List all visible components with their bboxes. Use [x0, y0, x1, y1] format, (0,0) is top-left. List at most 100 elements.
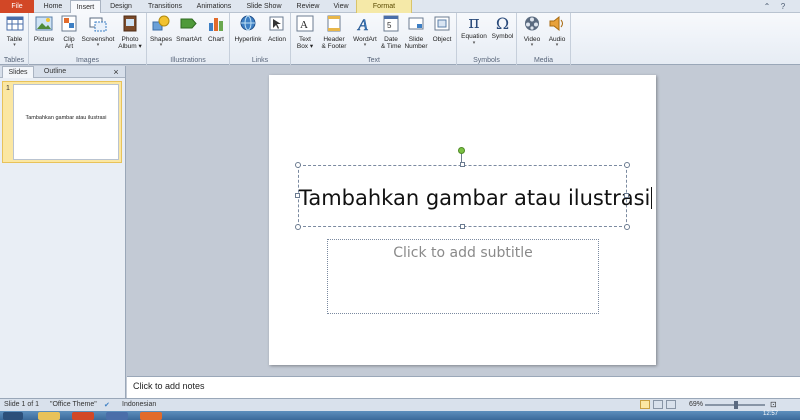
resize-handle-bottom-right[interactable] — [624, 224, 630, 230]
slides-pane-tabs: Slides Outline × — [0, 66, 125, 78]
explorer-icon[interactable] — [38, 412, 60, 420]
screenshot-button[interactable]: Screenshot ▾ — [81, 15, 115, 48]
title-placeholder[interactable]: Tambahkan gambar atau ilustrasi — [298, 165, 653, 227]
action-icon — [269, 16, 284, 31]
group-label-media: Media — [533, 57, 554, 64]
picture-icon — [35, 16, 53, 31]
svg-text:A: A — [357, 17, 368, 32]
group-illustrations: Shapes ▾ SmartArt Chart Illustrations — [147, 13, 230, 65]
text-box-button[interactable]: A Text Box ▾ — [294, 15, 316, 51]
smartart-button[interactable]: SmartArt — [174, 15, 204, 43]
normal-view-icon[interactable] — [640, 400, 650, 409]
app-icon[interactable] — [106, 412, 128, 420]
tab-view[interactable]: View — [328, 0, 354, 13]
group-text: A Text Box ▾ Header & Footer A WordArt ▾ … — [291, 13, 457, 65]
zoom-slider-thumb[interactable] — [734, 401, 738, 409]
hyperlink-button[interactable]: Hyperlink — [232, 15, 264, 43]
wordart-button[interactable]: A WordArt ▾ — [351, 15, 379, 48]
text-cursor — [651, 187, 653, 209]
slide-number-button[interactable]: Slide Number — [403, 15, 429, 51]
tab-review[interactable]: Review — [292, 0, 324, 13]
slide-thumbnail[interactable]: Tambahkan gambar atau ilustrasi — [13, 84, 119, 160]
slide-thumbnail-selected[interactable]: 1 Tambahkan gambar atau ilustrasi — [2, 81, 122, 163]
close-icon[interactable]: × — [111, 66, 121, 78]
tab-insert[interactable]: Insert — [70, 0, 101, 14]
date-time-button[interactable]: 5 Date & Time — [380, 15, 402, 51]
photo-album-label-1: Photo — [121, 35, 139, 43]
resize-handle-left[interactable] — [295, 193, 300, 198]
slide-sorter-icon[interactable] — [653, 400, 663, 409]
resize-handle-bottom[interactable] — [460, 224, 465, 229]
tab-outline[interactable]: Outline — [36, 66, 74, 78]
photo-album-button[interactable]: Photo Album ▾ — [117, 15, 143, 51]
group-label-links: Links — [251, 57, 269, 64]
tab-home[interactable]: Home — [38, 0, 68, 13]
symbol-label: Symbol — [491, 33, 514, 40]
resize-handle-right[interactable] — [624, 193, 629, 198]
reading-view-icon[interactable] — [666, 400, 676, 409]
browser-icon[interactable] — [72, 412, 94, 420]
group-label-text: Text — [367, 57, 380, 64]
tab-animations[interactable]: Animations — [192, 0, 236, 13]
picture-button[interactable]: Picture — [32, 15, 56, 43]
action-label: Action — [267, 35, 287, 43]
tab-file[interactable]: File — [0, 0, 34, 13]
text-box-label-1: Text — [299, 35, 311, 43]
symbol-button[interactable]: Ω Symbol — [490, 15, 515, 41]
powerpoint-taskbar-icon[interactable] — [140, 412, 162, 420]
equation-button[interactable]: π Equation ▾ — [459, 15, 489, 46]
subtitle-placeholder[interactable]: Click to add subtitle — [327, 239, 599, 314]
rotation-handle[interactable] — [458, 147, 465, 154]
chart-label: Chart — [208, 35, 224, 43]
tab-format[interactable]: Format — [356, 0, 412, 13]
language[interactable]: Indonesian — [122, 401, 156, 408]
minimize-ribbon-icon[interactable]: ⌃ — [762, 2, 772, 11]
start-button[interactable] — [3, 412, 23, 420]
tab-design[interactable]: Design — [104, 0, 138, 13]
clip-art-icon — [61, 15, 77, 32]
resize-handle-top-left[interactable] — [295, 162, 301, 168]
resize-handle-top-right[interactable] — [624, 162, 630, 168]
status-bar: Slide 1 of 1 "Office Theme" ✔ Indonesian… — [0, 398, 800, 411]
header-footer-icon — [327, 15, 341, 32]
resize-handle-bottom-left[interactable] — [295, 224, 301, 230]
group-label-tables: Tables — [3, 57, 25, 64]
fit-to-window-icon[interactable]: ⊡ — [770, 400, 777, 409]
ribbon-tab-bar: File Home Insert Design Transitions Anim… — [0, 0, 800, 14]
shapes-button[interactable]: Shapes ▾ — [149, 15, 173, 48]
object-icon — [434, 16, 450, 31]
zoom-level[interactable]: 69% — [689, 401, 703, 408]
equation-label: Equation — [461, 33, 487, 40]
spell-check-icon[interactable]: ✔ — [104, 401, 110, 409]
slide-title-text: Tambahkan gambar atau ilustrasi — [299, 186, 651, 210]
header-footer-button[interactable]: Header & Footer — [318, 15, 350, 51]
clip-art-label-2: Art — [64, 43, 74, 50]
slide-thumbnail-number: 1 — [6, 85, 10, 92]
date-time-icon: 5 — [383, 15, 399, 32]
action-button[interactable]: Action — [265, 15, 289, 43]
tab-slides[interactable]: Slides — [2, 66, 34, 78]
text-box-icon: A — [296, 15, 314, 32]
text-box-label-2: Box — [296, 43, 309, 50]
video-button[interactable]: Video ▾ — [520, 15, 544, 48]
symbol-icon: Ω — [495, 14, 510, 33]
picture-label: Picture — [33, 35, 55, 43]
slide-title[interactable]: Tambahkan gambar atau ilustrasi — [299, 186, 653, 210]
resize-handle-top[interactable] — [460, 162, 465, 167]
chart-button[interactable]: Chart — [205, 15, 227, 43]
help-icon[interactable]: ? — [778, 2, 788, 11]
tab-transitions[interactable]: Transitions — [142, 0, 188, 13]
clip-art-button[interactable]: Clip Art — [59, 15, 79, 51]
table-button[interactable]: Table ▾ — [2, 15, 27, 48]
group-tables: Table ▾ Tables — [0, 13, 29, 65]
group-label-images: Images — [76, 57, 99, 64]
group-label-symbols: Symbols — [473, 57, 500, 64]
object-button[interactable]: Object — [430, 15, 454, 43]
shapes-icon — [152, 15, 170, 31]
tab-slide-show[interactable]: Slide Show — [240, 0, 288, 13]
hyperlink-icon — [240, 15, 256, 31]
notes-pane[interactable]: Click to add notes — [127, 376, 800, 398]
slide-canvas[interactable]: Tambahkan gambar atau ilustrasi Click to… — [269, 75, 656, 365]
table-icon — [6, 16, 23, 31]
audio-button[interactable]: Audio ▾ — [545, 15, 569, 48]
